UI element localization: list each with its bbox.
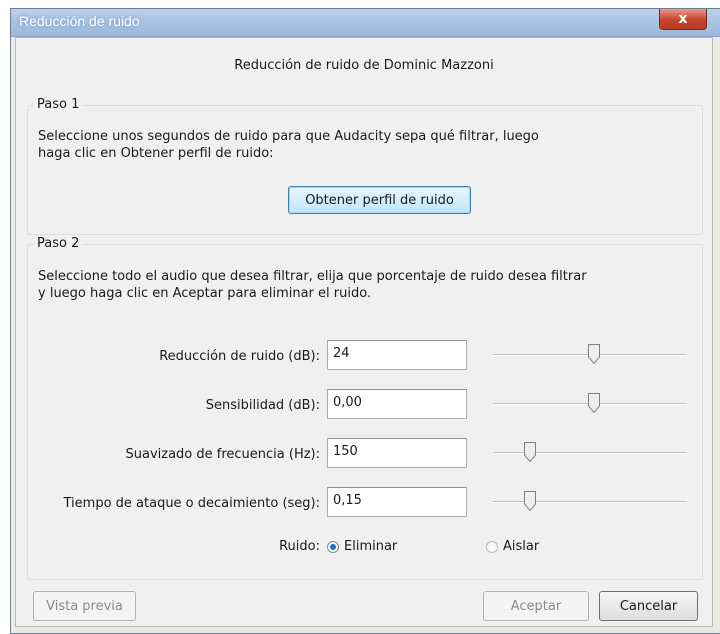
slider-thumb[interactable] (588, 393, 600, 413)
attack-decay-field[interactable]: 0,15 (327, 487, 467, 517)
step2-group: Paso 2 Seleccione todo el audio que dese… (27, 236, 703, 580)
close-button[interactable]: x (659, 9, 707, 30)
effect-title: Reducción de ruido de Dominic Mazzoni (234, 58, 494, 73)
radio-eliminar[interactable]: Eliminar (327, 539, 397, 554)
title-bar[interactable]: Reducción de ruido x (11, 9, 720, 37)
noise-reduction-dialog: Reducción de ruido x Reducción de ruido … (10, 8, 720, 634)
dialog-body: Reducción de ruido de Dominic Mazzoni Pa… (15, 37, 713, 627)
cancel-button[interactable]: Cancelar (599, 591, 698, 621)
sensitivity-label: Sensibilidad (dB): (205, 398, 320, 413)
step1-instructions-line1: Seleccione unos segundos de ruido para q… (38, 129, 539, 144)
window-title: Reducción de ruido (19, 13, 140, 29)
slider-thumb[interactable] (588, 344, 600, 364)
radio-aislar[interactable]: Aislar (486, 539, 539, 554)
preview-button[interactable]: Vista previa (33, 591, 136, 621)
noise-reduction-label: Reducción de ruido (dB): (159, 349, 320, 364)
radio-aislar-label: Aislar (503, 539, 540, 554)
step2-label: Paso 2 (34, 236, 83, 251)
step2-instructions-line1: Seleccione todo el audio que desea filtr… (38, 269, 587, 284)
slider-thumb[interactable] (524, 491, 536, 511)
radio-eliminar-label: Eliminar (344, 539, 398, 554)
step1-instructions-line2: haga clic en Obtener perfil de ruido: (38, 146, 274, 161)
noise-reduction-field[interactable]: 24 (327, 340, 467, 370)
ok-button[interactable]: Aceptar (483, 591, 589, 621)
close-icon: x (678, 11, 688, 27)
slider-track (493, 452, 687, 454)
sensitivity-slider[interactable] (493, 391, 687, 417)
frequency-smoothing-label: Suavizado de frecuencia (Hz): (125, 447, 320, 462)
get-noise-profile-button[interactable]: Obtener perfil de ruido (288, 186, 471, 214)
frequency-smoothing-field[interactable]: 150 (327, 438, 467, 468)
attack-decay-label: Tiempo de ataque o decaimiento (seg): (63, 496, 321, 511)
sensitivity-field[interactable]: 0,00 (327, 389, 467, 419)
frequency-smoothing-slider[interactable] (493, 440, 687, 466)
step2-instructions-line2: y luego haga clic en Aceptar para elimin… (38, 286, 372, 301)
radio-unselected-icon (486, 540, 498, 553)
step1-group: Paso 1 Seleccione unos segundos de ruido… (27, 97, 703, 235)
noise-label: Ruido: (279, 539, 320, 554)
radio-selected-icon (327, 540, 339, 553)
slider-thumb[interactable] (524, 442, 536, 462)
step1-label: Paso 1 (34, 97, 83, 112)
slider-track (493, 501, 687, 503)
attack-decay-slider[interactable] (493, 489, 687, 515)
noise-reduction-slider[interactable] (493, 342, 687, 368)
